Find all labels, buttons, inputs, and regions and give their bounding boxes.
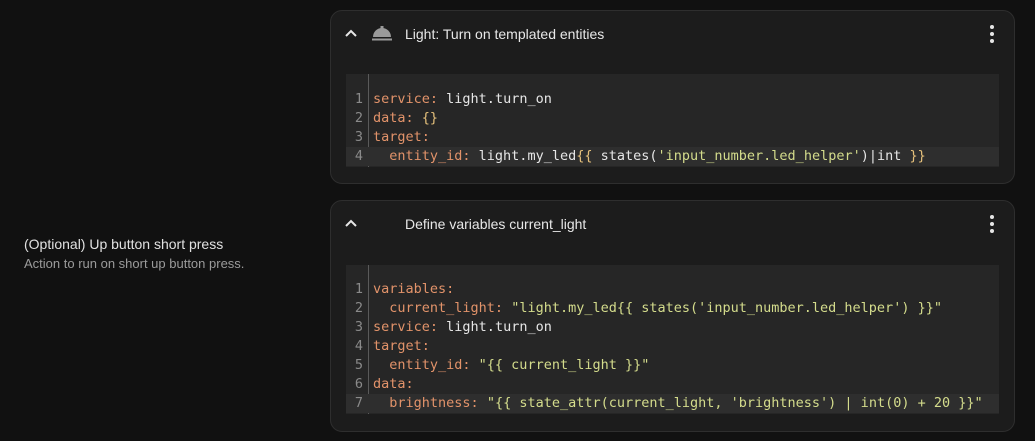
action-title: Light: Turn on templated entities [405,26,605,42]
code-line: 7 brightness: "{{ state_attr(current_lig… [346,394,999,413]
code-token: : [405,376,414,392]
yaml-editor[interactable]: 1 service: light.turn_on 2 data: {} 3 target:… [346,74,999,167]
code-token: light.turn_on [446,319,552,335]
more-vert-icon[interactable] [984,23,1000,45]
yaml-editor[interactable]: 1 variables: 2 current_light: "light.my_le… [346,265,999,414]
code-line: 1 variables: [346,280,999,299]
code-token: : [429,91,447,107]
code-token: )|int [860,148,910,164]
code-line: 6 data: [346,375,999,394]
line-number: 4 [354,338,363,354]
code-token: service [373,91,430,107]
code-line: 2 current_light: "light.my_led{{ states(… [346,299,999,318]
code-token: states( [592,148,658,164]
code-token: entity_id [373,357,463,373]
code-token: entity_id [373,148,463,164]
action-card-light-turn-on: Light: Turn on templated entities 1 servi… [330,10,1015,184]
code-token: : [494,300,512,316]
code-token: : [421,338,430,354]
chevron-up-icon[interactable] [343,25,359,41]
line-number: 1 [354,281,363,297]
code-token: : [462,357,479,373]
code-line: 2 data: {} [346,109,999,128]
line-number: 7 [354,395,363,411]
code-token: "{{ state_attr(current_light, 'brightnes… [486,395,983,411]
line-number: 1 [354,91,363,107]
code-token: "light.my_led{{ states('input_number.led… [511,300,942,316]
code-token: variables [373,281,447,297]
chevron-up-icon[interactable] [343,215,359,231]
code-token: : [405,110,422,126]
line-number: 3 [354,319,363,335]
code-token: service [373,319,430,335]
code-token: light.my_led [478,148,577,164]
code-lines: 1 variables: 2 current_light: "light.my_le… [346,280,999,413]
code-token: brightness [373,395,471,411]
field-help-text: Action to run on short up button press. [24,256,245,271]
code-line: 3 target: [346,128,999,147]
code-token: : [421,129,430,145]
code-line: 1 service: light.turn_on [346,90,999,109]
action-header[interactable]: Light: Turn on templated entities [331,11,1014,57]
action-card-define-variables: Define variables current_light 1 variable… [330,200,1015,432]
code-token: 'input_number.led_helper' [657,148,861,164]
service-bell-icon [372,26,392,41]
code-token: : [470,395,487,411]
line-number: 6 [354,376,363,392]
code-token: light.turn_on [446,91,552,107]
line-number: 5 [354,357,363,373]
code-token: : [429,319,447,335]
code-line: 4 target: [346,337,999,356]
line-number: 2 [354,300,363,316]
code-token: {} [421,110,439,126]
code-line: 3 service: light.turn_on [346,318,999,337]
line-number: 4 [354,148,363,164]
field-label: (Optional) Up button short press [24,236,224,252]
code-token: "{{ current_light }}" [478,357,650,373]
code-token: target [373,338,422,354]
code-token: : [446,281,455,297]
line-number: 3 [354,129,363,145]
code-lines: 1 service: light.turn_on 2 data: {} 3 target:… [346,90,999,166]
code-line: 4 entity_id: light.my_led{{ states('inpu… [346,147,999,166]
code-token: }} [909,148,926,164]
code-token: {{ [576,148,593,164]
field-description: (Optional) Up button short press Action … [24,236,244,271]
code-token: current_light [373,300,495,316]
more-vert-icon[interactable] [984,213,1000,235]
code-token: : [462,148,479,164]
code-line: 5 entity_id: "{{ current_light }}" [346,356,999,375]
code-token: target [373,129,422,145]
action-header[interactable]: Define variables current_light [331,201,1014,247]
code-token: data [373,110,406,126]
action-title: Define variables current_light [405,216,587,232]
line-number: 2 [354,110,363,126]
code-token: data [373,376,406,392]
